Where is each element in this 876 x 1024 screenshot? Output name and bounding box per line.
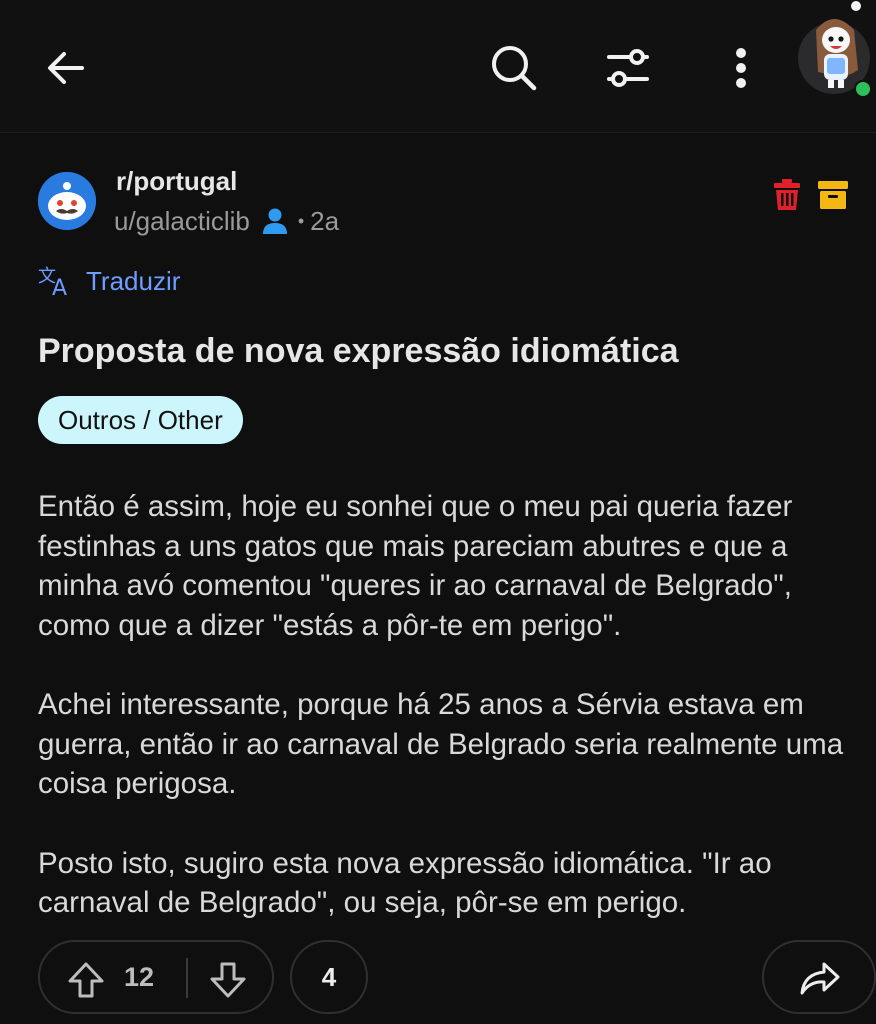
more-vertical-icon bbox=[736, 48, 746, 88]
online-status-dot bbox=[854, 80, 872, 98]
search-icon bbox=[492, 46, 537, 91]
comment-count: 4 bbox=[321, 961, 337, 992]
snoo-icon bbox=[38, 172, 96, 230]
back-button[interactable] bbox=[38, 40, 94, 96]
trash-icon bbox=[774, 179, 800, 210]
more-options-button[interactable] bbox=[716, 38, 766, 98]
search-button[interactable] bbox=[484, 38, 544, 98]
subreddit-name[interactable]: r/portugal bbox=[116, 166, 237, 197]
share-icon bbox=[800, 962, 840, 995]
share-button[interactable] bbox=[762, 940, 876, 1014]
top-app-bar bbox=[0, 0, 876, 133]
post-meta: u/galacticlib • 2a bbox=[114, 204, 339, 238]
subreddit-avatar[interactable] bbox=[38, 172, 96, 230]
moderation-actions bbox=[772, 178, 850, 214]
vote-bar: 12 bbox=[38, 940, 274, 1014]
translate-icon: 文 A bbox=[38, 266, 67, 298]
meta-separator: • bbox=[297, 210, 305, 231]
arrow-left-icon bbox=[48, 52, 84, 84]
comments-button[interactable]: 4 bbox=[290, 940, 368, 1014]
archive-icon bbox=[818, 181, 848, 209]
post-flair[interactable]: Outros / Other bbox=[38, 396, 243, 444]
author-name[interactable]: u/galacticlib bbox=[114, 206, 250, 237]
archive-button[interactable] bbox=[816, 178, 850, 212]
user-icon bbox=[262, 208, 287, 234]
upvote-button[interactable] bbox=[66, 960, 106, 1000]
post-paragraph: Posto isto, sugiro esta nova expressão i… bbox=[38, 846, 772, 920]
avatar[interactable] bbox=[796, 0, 876, 100]
post-title: Proposta de nova expressão idiomática bbox=[38, 332, 679, 370]
upvote-arrow-icon bbox=[68, 962, 104, 998]
delete-button[interactable] bbox=[772, 178, 802, 212]
filter-button[interactable] bbox=[598, 38, 658, 98]
post-paragraph: Então é assim, hoje eu sonhei que o meu … bbox=[38, 490, 793, 642]
downvote-button[interactable] bbox=[208, 960, 248, 1000]
post-age: 2a bbox=[310, 205, 340, 236]
sliders-icon bbox=[607, 49, 649, 87]
vote-divider bbox=[186, 958, 188, 998]
translate-label: Traduzir bbox=[86, 265, 181, 296]
vote-count: 12 bbox=[124, 962, 155, 992]
post-paragraph: Achei interessante, porque há 25 anos a … bbox=[38, 688, 844, 800]
svg-text:A: A bbox=[52, 276, 67, 298]
translate-button[interactable]: 文 A Traduzir bbox=[38, 264, 181, 299]
downvote-arrow-icon bbox=[210, 962, 246, 998]
post-body: Então é assim, hoje eu sonhei que o meu … bbox=[38, 487, 868, 963]
